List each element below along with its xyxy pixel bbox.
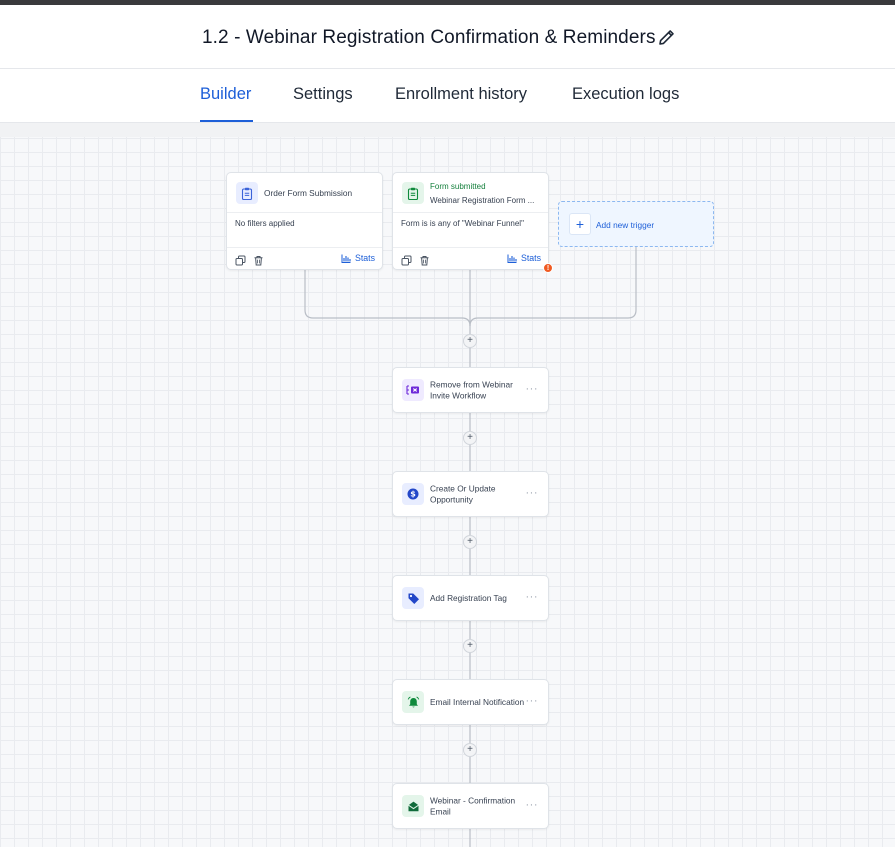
bar-chart-icon (507, 254, 517, 263)
add-new-trigger-label: Add new trigger (596, 220, 655, 230)
stats-button[interactable]: Stats (341, 253, 375, 263)
trigger-filter-text: No filters applied (235, 219, 295, 228)
copy-icon[interactable] (235, 253, 246, 266)
more-options-icon[interactable]: ··· (526, 591, 539, 603)
action-label: Remove from Webinar Invite Workflow (430, 379, 513, 401)
clipboard-icon (236, 182, 258, 204)
add-new-trigger-button[interactable]: + Add new trigger (558, 201, 714, 247)
action-label: Webinar - Confirmation Email (430, 795, 516, 817)
active-tab-indicator (200, 120, 253, 122)
more-options-icon[interactable]: ··· (526, 487, 539, 499)
trigger-card-header: Order Form Submission (227, 173, 382, 213)
more-options-icon[interactable]: ··· (526, 383, 539, 395)
tag-icon (402, 587, 424, 609)
more-options-icon[interactable]: ··· (526, 695, 539, 707)
stats-label: Stats (354, 253, 375, 263)
action-card-add-registration-tag[interactable]: Add Registration Tag ··· (392, 575, 549, 621)
copy-icon[interactable] (401, 253, 412, 266)
workflow-header: 1.2 - Webinar Registration Confirmation … (0, 5, 895, 69)
stats-label: Stats (520, 253, 541, 263)
action-label: Add Registration Tag (430, 592, 507, 603)
tab-execution-logs[interactable]: Execution logs (572, 85, 679, 104)
plus-icon: + (569, 213, 591, 235)
add-step-button[interactable]: + (463, 334, 477, 348)
action-card-confirmation-email[interactable]: Webinar - Confirmation Email ··· (392, 783, 549, 829)
trigger-card-order-form[interactable]: Order Form Submission No filters applied… (226, 172, 383, 270)
trigger-status: Form submitted (430, 182, 486, 191)
add-step-button[interactable]: + (463, 743, 477, 757)
dollar-icon: $ (402, 483, 424, 505)
workflow-remove-icon (402, 379, 424, 401)
stats-button[interactable]: Stats (507, 253, 541, 263)
trash-icon[interactable] (253, 253, 264, 266)
add-step-button[interactable]: + (463, 431, 477, 445)
workflow-tabs: Builder Settings Enrollment history Exec… (0, 69, 895, 123)
trigger-title: Order Form Submission (264, 188, 353, 198)
svg-text:$: $ (410, 490, 416, 499)
email-open-icon (402, 795, 424, 817)
action-card-create-opportunity[interactable]: $ Create Or Update Opportunity ··· (392, 471, 549, 517)
trigger-card-form-submitted[interactable]: Form submitted Webinar Registration Form… (392, 172, 549, 270)
add-step-button[interactable]: + (463, 639, 477, 653)
tab-enrollment-history[interactable]: Enrollment history (395, 85, 527, 104)
alarm-bell-icon (402, 691, 424, 713)
pencil-edit-icon[interactable] (657, 27, 677, 47)
action-card-remove-from-workflow[interactable]: Remove from Webinar Invite Workflow ··· (392, 367, 549, 413)
trigger-title: Webinar Registration Form ... (430, 196, 535, 205)
trash-icon[interactable] (419, 253, 430, 266)
canvas-top-band (0, 123, 895, 137)
workflow-title: 1.2 - Webinar Registration Confirmation … (202, 27, 656, 48)
trigger-card-header: Form submitted Webinar Registration Form… (393, 173, 548, 213)
warning-badge[interactable]: ! (543, 263, 553, 273)
trigger-card-footer: Stats (393, 247, 548, 269)
action-card-email-internal-notification[interactable]: Email Internal Notification ··· (392, 679, 549, 725)
more-options-icon[interactable]: ··· (526, 799, 539, 811)
add-step-button[interactable]: + (463, 535, 477, 549)
action-label: Email Internal Notification (430, 696, 525, 707)
trigger-filter-text: Form is is any of "Webinar Funnel" (401, 219, 524, 228)
action-label: Create Or Update Opportunity (430, 483, 496, 505)
tab-settings[interactable]: Settings (293, 85, 353, 104)
trigger-card-footer: Stats (227, 247, 382, 269)
bar-chart-icon (341, 254, 351, 263)
clipboard-icon (402, 182, 424, 204)
tab-builder[interactable]: Builder (200, 85, 251, 104)
